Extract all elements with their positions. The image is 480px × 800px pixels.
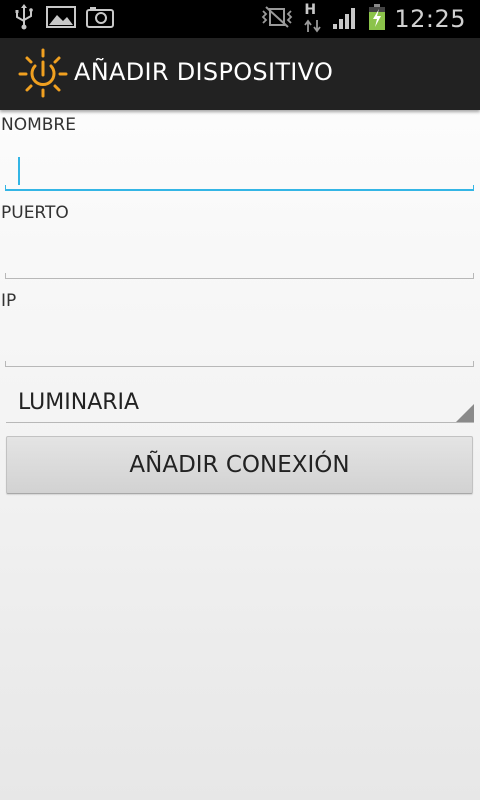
status-bar: H 12:25 <box>0 0 480 38</box>
add-connection-button[interactable]: AÑADIR CONEXIÓN <box>6 436 473 494</box>
ip-label: IP <box>1 291 17 311</box>
device-type-spinner[interactable]: LUMINARIA <box>6 382 474 423</box>
network-type-label: H <box>304 2 317 18</box>
action-bar: AÑADIR DISPOSITIVO <box>0 38 480 110</box>
data-arrows-icon: H <box>302 2 324 34</box>
camera-icon <box>86 5 114 33</box>
device-type-selected: LUMINARIA <box>18 390 140 415</box>
status-bar-notifications <box>12 4 114 34</box>
battery-charging-icon <box>368 3 386 35</box>
dropdown-corner-icon <box>456 404 474 422</box>
text-cursor <box>18 157 20 185</box>
power-sun-icon[interactable] <box>18 48 68 98</box>
puerto-label: PUERTO <box>1 203 69 223</box>
nombre-input[interactable] <box>5 151 474 191</box>
nombre-label: NOMBRE <box>1 115 76 135</box>
status-bar-system: H 12:25 <box>260 2 466 35</box>
clock: 12:25 <box>394 5 466 33</box>
gallery-icon <box>46 5 76 33</box>
usb-icon <box>12 4 36 34</box>
ip-input[interactable] <box>5 327 474 367</box>
signal-icon <box>332 4 360 34</box>
no-sim-vibrate-icon <box>260 5 294 33</box>
page-title: AÑADIR DISPOSITIVO <box>74 58 334 86</box>
puerto-input[interactable] <box>5 239 474 279</box>
